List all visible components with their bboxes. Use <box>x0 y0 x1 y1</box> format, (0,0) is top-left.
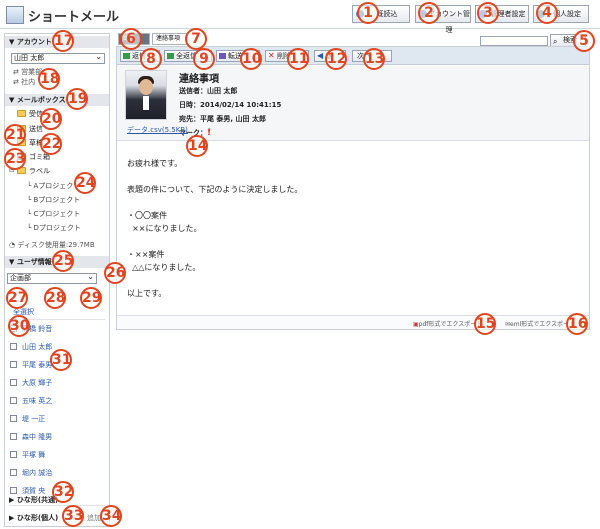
user-link[interactable]: 森中 隆男 <box>22 432 52 442</box>
callout-29: 29 <box>80 287 102 309</box>
user-checkbox[interactable] <box>10 397 17 404</box>
callout-17: 17 <box>52 30 74 52</box>
clock-icon: ◔ <box>9 241 16 249</box>
important-mark-icon: ! <box>207 128 212 138</box>
app-title: ショートメール <box>28 10 120 25</box>
user-checkbox[interactable] <box>10 343 17 350</box>
from-row: 送信者：山田 太郎 <box>179 87 238 95</box>
user-checkbox[interactable] <box>10 451 17 458</box>
folder-sent[interactable]: 送信 <box>29 124 43 134</box>
callout-11: 11 <box>287 48 309 70</box>
label-item[interactable]: └ Aプロジェクト <box>27 181 80 191</box>
photo-shirt <box>143 96 149 110</box>
callout-21: 21 <box>4 124 26 146</box>
callout-15: 15 <box>474 313 496 335</box>
template-add-link[interactable]: 追加 <box>87 513 101 523</box>
disk-usage: ◔ ディスク使用量:29.7MB <box>9 241 95 249</box>
user-checkbox[interactable] <box>10 433 17 440</box>
account-select[interactable]: 山田 太郎 <box>11 52 105 64</box>
user-link[interactable]: 大原 輝子 <box>22 378 52 388</box>
inbox-folder-icon <box>17 110 26 117</box>
callout-32: 32 <box>52 481 74 503</box>
reply-all-icon <box>167 53 174 59</box>
message-body: お疲れ様です。 表題の件について、下記のように決定しました。 ・〇〇案件 ××に… <box>127 159 303 298</box>
callout-4: 4 <box>536 2 558 24</box>
divider <box>9 505 105 506</box>
user-link[interactable]: 堀内 誠治 <box>22 468 52 478</box>
export-pdf-link[interactable]: ▣pdf形式でエクスポート <box>413 319 482 328</box>
callout-24: 24 <box>74 172 96 194</box>
message-subject: 連絡事項 <box>179 74 219 85</box>
callout-12: 12 <box>325 48 347 70</box>
template-shared-header[interactable]: ▶ ひな形(共通) <box>9 495 58 505</box>
callout-19: 19 <box>66 88 88 110</box>
group-select[interactable]: 企画部 <box>7 272 97 284</box>
callout-2: 2 <box>418 2 440 24</box>
app-header: ショートメール 既読込 アカウント管理 管理者設定 個人設定 <box>0 0 600 34</box>
label-item[interactable]: └ Cプロジェクト <box>27 209 80 219</box>
callout-26: 26 <box>104 262 126 284</box>
user-link[interactable]: 山田 太郎 <box>22 342 52 352</box>
message-pane: 返信 全返信 転送 ✕削除 ◀前 次へ 連絡事項 送信者：山田 太郎 日時：20… <box>116 46 590 330</box>
callout-28: 28 <box>44 287 66 309</box>
callout-3: 3 <box>477 2 499 24</box>
callout-33: 33 <box>62 505 84 527</box>
callout-10: 10 <box>240 48 262 70</box>
search-input[interactable] <box>480 36 548 46</box>
callout-5: 5 <box>573 30 595 52</box>
callout-18: 18 <box>38 68 60 90</box>
callout-6: 6 <box>120 28 142 50</box>
label-item[interactable]: └ Bプロジェクト <box>27 195 80 205</box>
callout-8: 8 <box>140 48 162 70</box>
sender-photo <box>125 70 167 120</box>
delete-icon: ✕ <box>268 51 275 60</box>
photo-face <box>139 79 153 95</box>
callout-1: 1 <box>357 2 379 24</box>
mailbox-section-header[interactable]: ▼ メールボックス <box>5 94 109 106</box>
callout-20: 20 <box>40 108 62 130</box>
user-link[interactable]: 五味 英之 <box>22 396 52 406</box>
callout-9: 9 <box>193 48 215 70</box>
attachment-link[interactable]: データ.csv(5.5KB) <box>127 125 188 135</box>
callout-30: 30 <box>8 315 30 337</box>
arrow-left-icon: ◀ <box>317 51 324 60</box>
account-item-internal[interactable]: ⇄ 社内 <box>13 77 35 87</box>
user-checkbox[interactable] <box>10 487 17 494</box>
user-checkbox[interactable] <box>10 379 17 386</box>
label-item[interactable]: └ Dプロジェクト <box>27 223 81 233</box>
user-checkbox[interactable] <box>10 361 17 368</box>
callout-27: 27 <box>6 287 28 309</box>
user-link[interactable]: 平尾 泰男 <box>22 360 52 370</box>
callout-13: 13 <box>363 48 385 70</box>
callout-25: 25 <box>52 250 74 272</box>
callout-23: 23 <box>4 148 26 170</box>
callout-22: 22 <box>40 133 62 155</box>
callout-14: 14 <box>186 135 208 157</box>
callout-34: 34 <box>100 505 122 527</box>
reply-icon <box>123 53 130 59</box>
export-bar: ▣pdf形式でエクスポート ✉eml形式でエクスポート <box>117 315 589 329</box>
to-row: 宛先：平尾 泰男, 山田 太郎 <box>179 115 266 123</box>
template-personal-header[interactable]: ▶ ひな形(個人) <box>9 513 58 523</box>
sidebar: ▼ アカウント 山田 太郎 ⇄ 営業部 ⇄ 社内 ▼ メールボックス 受信 送信… <box>4 33 110 527</box>
user-link[interactable]: 堤 一正 <box>22 414 45 424</box>
date-row: 日時：2014/02/14 10:41:15 <box>179 101 282 109</box>
callout-16: 16 <box>566 313 588 335</box>
export-eml-link[interactable]: ✉eml形式でエクスポート <box>505 319 575 328</box>
user-link[interactable]: 平塚 舞 <box>22 450 45 460</box>
folder-label[interactable]: ラベル <box>29 166 50 176</box>
user-checkbox[interactable] <box>10 415 17 422</box>
tab-message[interactable]: 連絡事項 <box>152 33 188 45</box>
callout-31: 31 <box>50 349 72 371</box>
app-logo-icon <box>6 6 24 24</box>
user-checkbox[interactable] <box>10 469 17 476</box>
message-toolbar: 返信 全返信 転送 ✕削除 ◀前 次へ <box>117 47 589 65</box>
forward-icon <box>219 53 226 59</box>
callout-7: 7 <box>185 28 207 50</box>
